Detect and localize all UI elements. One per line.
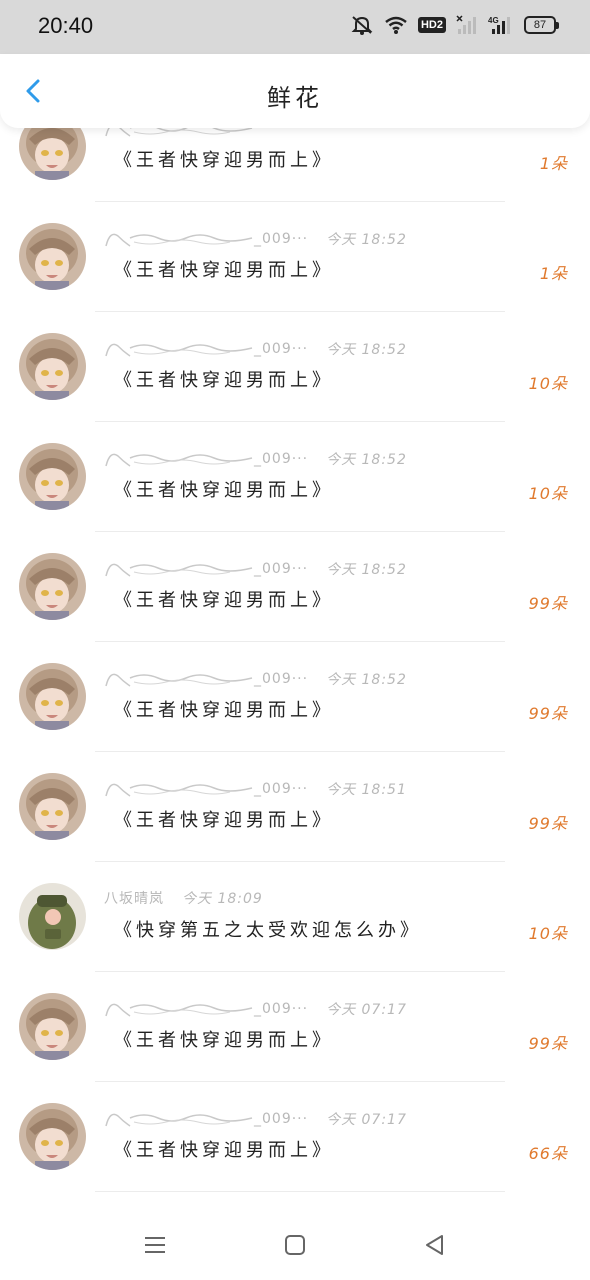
user-name[interactable]: _009··· <box>254 781 308 797</box>
flower-count: 99朵 <box>528 594 568 613</box>
avatar[interactable] <box>19 1103 86 1170</box>
timestamp: 今天 18:52 <box>326 672 407 688</box>
item-meta: _009··· 今天 18:52 <box>104 558 407 580</box>
flower-count: 10朵 <box>528 924 568 943</box>
user-name[interactable]: _009··· <box>254 1001 308 1017</box>
item-meta: _009··· 今天 18:51 <box>104 778 407 800</box>
home-button[interactable] <box>282 1232 308 1258</box>
signal-off-icon <box>456 15 478 35</box>
flower-count: 10朵 <box>528 484 568 503</box>
battery-icon: 87 <box>524 16 559 34</box>
back-nav-button[interactable] <box>422 1232 448 1258</box>
back-triangle-icon <box>426 1235 443 1255</box>
name-decoration-icon <box>105 1003 253 1017</box>
mute-icon <box>350 14 374 36</box>
avatar[interactable] <box>19 223 86 290</box>
flower-count: 1朵 <box>539 264 568 283</box>
timestamp: 今天 18:52 <box>326 342 407 358</box>
book-title[interactable]: 《王者快穿迎男而上》 <box>114 146 334 172</box>
book-title[interactable]: 《快穿第五之太受欢迎怎么办》 <box>114 916 422 942</box>
header: 鲜花 <box>0 54 590 128</box>
name-decoration-icon <box>105 453 253 467</box>
avatar[interactable] <box>19 663 86 730</box>
user-name[interactable]: _009··· <box>254 671 308 687</box>
list-item[interactable]: _009··· 今天 18:52 《王者快穿迎男而上》 1朵 <box>0 202 590 312</box>
list-item[interactable]: _009··· 今天 18:52 《王者快穿迎男而上》 10朵 <box>0 422 590 532</box>
book-title[interactable]: 《王者快穿迎男而上》 <box>114 806 334 832</box>
book-title[interactable]: 《王者快穿迎男而上》 <box>114 696 334 722</box>
flower-count: 66朵 <box>528 1144 568 1163</box>
user-name[interactable]: _009··· <box>254 341 308 357</box>
user-name[interactable]: _009··· <box>254 451 308 467</box>
status-time: 20:40 <box>38 13 94 38</box>
name-decoration-icon <box>105 1113 253 1127</box>
avatar[interactable] <box>19 553 86 620</box>
signal-icon: 4G <box>488 15 514 35</box>
user-name[interactable]: _009··· <box>254 561 308 577</box>
avatar[interactable] <box>19 443 86 510</box>
name-decoration-icon <box>105 783 253 797</box>
flower-list: 《王者快穿迎男而上》 1朵 _009··· 今天 18:52 《王者快穿迎男而上》 1朵 _… <box>0 128 590 1210</box>
name-decoration-icon <box>105 343 253 357</box>
flower-count: 99朵 <box>528 1034 568 1053</box>
item-meta <box>104 128 272 140</box>
flower-count: 99朵 <box>528 814 568 833</box>
item-meta: _009··· 今天 18:52 <box>104 338 407 360</box>
status-icons: HD2 4G 87 <box>350 14 559 36</box>
flower-count: 10朵 <box>528 374 568 393</box>
item-meta: _009··· 今天 18:52 <box>104 448 407 470</box>
list-item[interactable]: _009··· 今天 07:17 《王者快穿迎男而上》 66朵 <box>0 1082 590 1192</box>
timestamp: 今天 07:17 <box>326 1002 407 1018</box>
name-decoration-icon <box>105 128 253 137</box>
avatar[interactable] <box>19 128 86 180</box>
item-meta: 八坂晴岚 今天 18:09 <box>104 888 263 908</box>
nav-bar <box>0 1210 590 1280</box>
list-item[interactable]: _009··· 今天 07:17 《王者快穿迎男而上》 99朵 <box>0 972 590 1082</box>
menu-button[interactable] <box>142 1232 168 1258</box>
flower-count: 1朵 <box>539 154 568 173</box>
menu-icon <box>145 1237 165 1253</box>
user-name[interactable]: 八坂晴岚 <box>104 888 164 908</box>
divider <box>95 1191 505 1192</box>
item-meta: _009··· 今天 18:52 <box>104 668 407 690</box>
timestamp: 今天 18:09 <box>182 891 263 907</box>
book-title[interactable]: 《王者快穿迎男而上》 <box>114 476 334 502</box>
status-bar: 20:40 HD2 4G 87 <box>0 0 590 54</box>
user-name[interactable]: _009··· <box>254 1111 308 1127</box>
avatar[interactable] <box>19 993 86 1060</box>
wifi-icon <box>384 15 408 35</box>
timestamp: 今天 18:52 <box>326 562 407 578</box>
avatar[interactable] <box>19 883 86 950</box>
user-name[interactable]: _009··· <box>254 231 308 247</box>
name-decoration-icon <box>105 233 253 247</box>
flower-count: 99朵 <box>528 704 568 723</box>
page-title: 鲜花 <box>267 84 323 112</box>
list-item[interactable]: _009··· 今天 18:52 《王者快穿迎男而上》 10朵 <box>0 312 590 422</box>
item-meta: _009··· 今天 18:52 <box>104 228 407 250</box>
avatar[interactable] <box>19 333 86 400</box>
book-title[interactable]: 《王者快穿迎男而上》 <box>114 1026 334 1052</box>
timestamp: 今天 18:52 <box>326 452 407 468</box>
name-decoration-icon <box>105 563 253 577</box>
timestamp: 今天 18:51 <box>326 782 407 798</box>
item-meta: _009··· 今天 07:17 <box>104 998 407 1020</box>
list-item[interactable]: _009··· 今天 18:52 《王者快穿迎男而上》 99朵 <box>0 532 590 642</box>
book-title[interactable]: 《王者快穿迎男而上》 <box>114 256 334 282</box>
timestamp: 今天 18:52 <box>326 232 407 248</box>
book-title[interactable]: 《王者快穿迎男而上》 <box>114 366 334 392</box>
home-square-icon <box>285 1235 305 1255</box>
book-title[interactable]: 《王者快穿迎男而上》 <box>114 586 334 612</box>
list-item[interactable]: 《王者快穿迎男而上》 1朵 <box>0 128 590 202</box>
avatar[interactable] <box>19 773 86 840</box>
list-item[interactable]: 八坂晴岚 今天 18:09 《快穿第五之太受欢迎怎么办》 10朵 <box>0 862 590 972</box>
list-item[interactable]: _009··· 今天 18:52 《王者快穿迎男而上》 99朵 <box>0 642 590 752</box>
timestamp: 今天 07:17 <box>326 1112 407 1128</box>
list-item[interactable]: _009··· 今天 18:51 《王者快穿迎男而上》 99朵 <box>0 752 590 862</box>
svg-text:4G: 4G <box>488 16 499 25</box>
hd-icon: HD2 <box>417 17 446 33</box>
name-decoration-icon <box>105 673 253 687</box>
item-meta: _009··· 今天 07:17 <box>104 1108 407 1130</box>
book-title[interactable]: 《王者快穿迎男而上》 <box>114 1136 334 1162</box>
